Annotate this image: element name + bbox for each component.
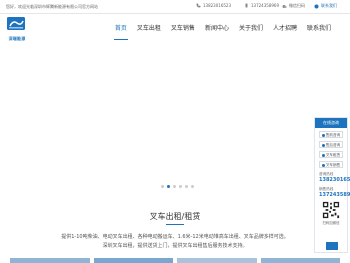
chat-icon xyxy=(321,153,325,157)
wechat-label: 微信扫码 xyxy=(289,3,305,8)
nav-item-sales[interactable]: 叉车销售 xyxy=(166,14,200,44)
panel-title: 在线咨询 xyxy=(315,118,347,128)
site-header: 深瑞能源 首页 叉车出租 叉车销售 新闻中心 关于我们 人才招聘 联系我们 xyxy=(0,14,350,44)
carousel-dot[interactable] xyxy=(173,185,176,188)
product-thumb[interactable] xyxy=(93,258,173,263)
main-nav: 首页 叉车出租 叉车销售 新闻中心 关于我们 人才招聘 联系我们 xyxy=(110,14,336,44)
carousel-dot[interactable] xyxy=(185,185,188,188)
carousel-dot[interactable] xyxy=(179,185,182,188)
mobile-icon xyxy=(245,3,248,8)
wechat-icon xyxy=(282,4,287,8)
sales-line-number: 13724358969 xyxy=(319,192,350,198)
carousel-dot[interactable] xyxy=(191,185,194,188)
welcome-text: 您好，欢迎光临深圳市辉腾新能源有限公司官方网站 xyxy=(6,4,98,9)
chat-icon xyxy=(321,143,325,147)
carousel-dot-active[interactable] xyxy=(167,185,170,188)
qr-caption: 扫码加微信 xyxy=(322,221,340,225)
nav-item-rental[interactable]: 叉车出租 xyxy=(132,14,166,44)
product-thumb[interactable] xyxy=(260,258,340,263)
nav-item-about[interactable]: 关于我们 xyxy=(234,14,268,44)
nav-item-contact[interactable]: 联系我们 xyxy=(302,14,336,44)
mobile-number: 13724358969 xyxy=(251,3,279,8)
nav-item-home[interactable]: 首页 xyxy=(110,14,132,44)
top-bar: 您好，欢迎光临深圳市辉腾新能源有限公司官方网站 13823016523 1372… xyxy=(0,0,350,14)
floating-contact-panel: 在线咨询 售前咨询 售后咨询 叉车租赁 叉车销售 咨询热线 1382301652… xyxy=(314,117,350,253)
logo-mark-icon xyxy=(7,17,25,30)
carousel-dots xyxy=(161,185,194,188)
phone-icon xyxy=(196,3,201,8)
section-title-underline xyxy=(166,224,184,225)
rental-consult-button[interactable]: 叉车租赁 xyxy=(319,151,343,158)
hotline-number: 13823016523 xyxy=(319,177,350,183)
nav-item-news[interactable]: 新闻中心 xyxy=(200,14,234,44)
nav-item-jobs[interactable]: 人才招聘 xyxy=(268,14,302,44)
wechat-link[interactable]: 微信扫码 xyxy=(282,3,305,9)
hero-banner xyxy=(0,44,350,194)
contact-icon xyxy=(314,4,319,8)
sales-consult-button[interactable]: 叉车销售 xyxy=(319,161,343,168)
chat-icon xyxy=(321,163,325,167)
phone-number: 13823016523 xyxy=(203,3,231,8)
product-thumbnails xyxy=(0,258,350,263)
product-thumb[interactable] xyxy=(10,258,90,263)
mobile-info: 13724358969 xyxy=(244,3,279,8)
chat-icon xyxy=(321,133,325,137)
product-thumb[interactable] xyxy=(177,258,257,263)
presale-label: 售前咨询 xyxy=(325,133,341,137)
phone-info: 13823016523 xyxy=(196,3,231,8)
contact-label: 联系我们 xyxy=(321,3,337,8)
presale-button[interactable]: 售前咨询 xyxy=(319,131,343,138)
contact-link[interactable]: 联系我们 xyxy=(314,3,337,9)
back-to-top-button[interactable] xyxy=(326,242,338,250)
site-logo[interactable]: 深瑞能源 xyxy=(6,16,28,41)
qr-code-icon xyxy=(322,201,340,219)
section-desc-line-2: 深圳叉车出租，提供送货上门，提供叉车出租售后服务技术支持。 xyxy=(102,243,248,249)
section-title: 叉车出租/租赁 xyxy=(149,212,201,221)
sales-consult-label: 叉车销售 xyxy=(325,163,341,167)
logo-brand: 深瑞能源 xyxy=(8,36,26,41)
carousel-dot[interactable] xyxy=(161,185,164,188)
aftersale-button[interactable]: 售后咨询 xyxy=(319,141,343,148)
section-desc-line-1: 提供1-10吨柴油、电动叉车出租、各种电动搬运车、1.6米-12米电动堆高车出租… xyxy=(61,234,289,240)
rental-consult-label: 叉车租赁 xyxy=(325,153,341,157)
aftersale-label: 售后咨询 xyxy=(325,143,341,147)
